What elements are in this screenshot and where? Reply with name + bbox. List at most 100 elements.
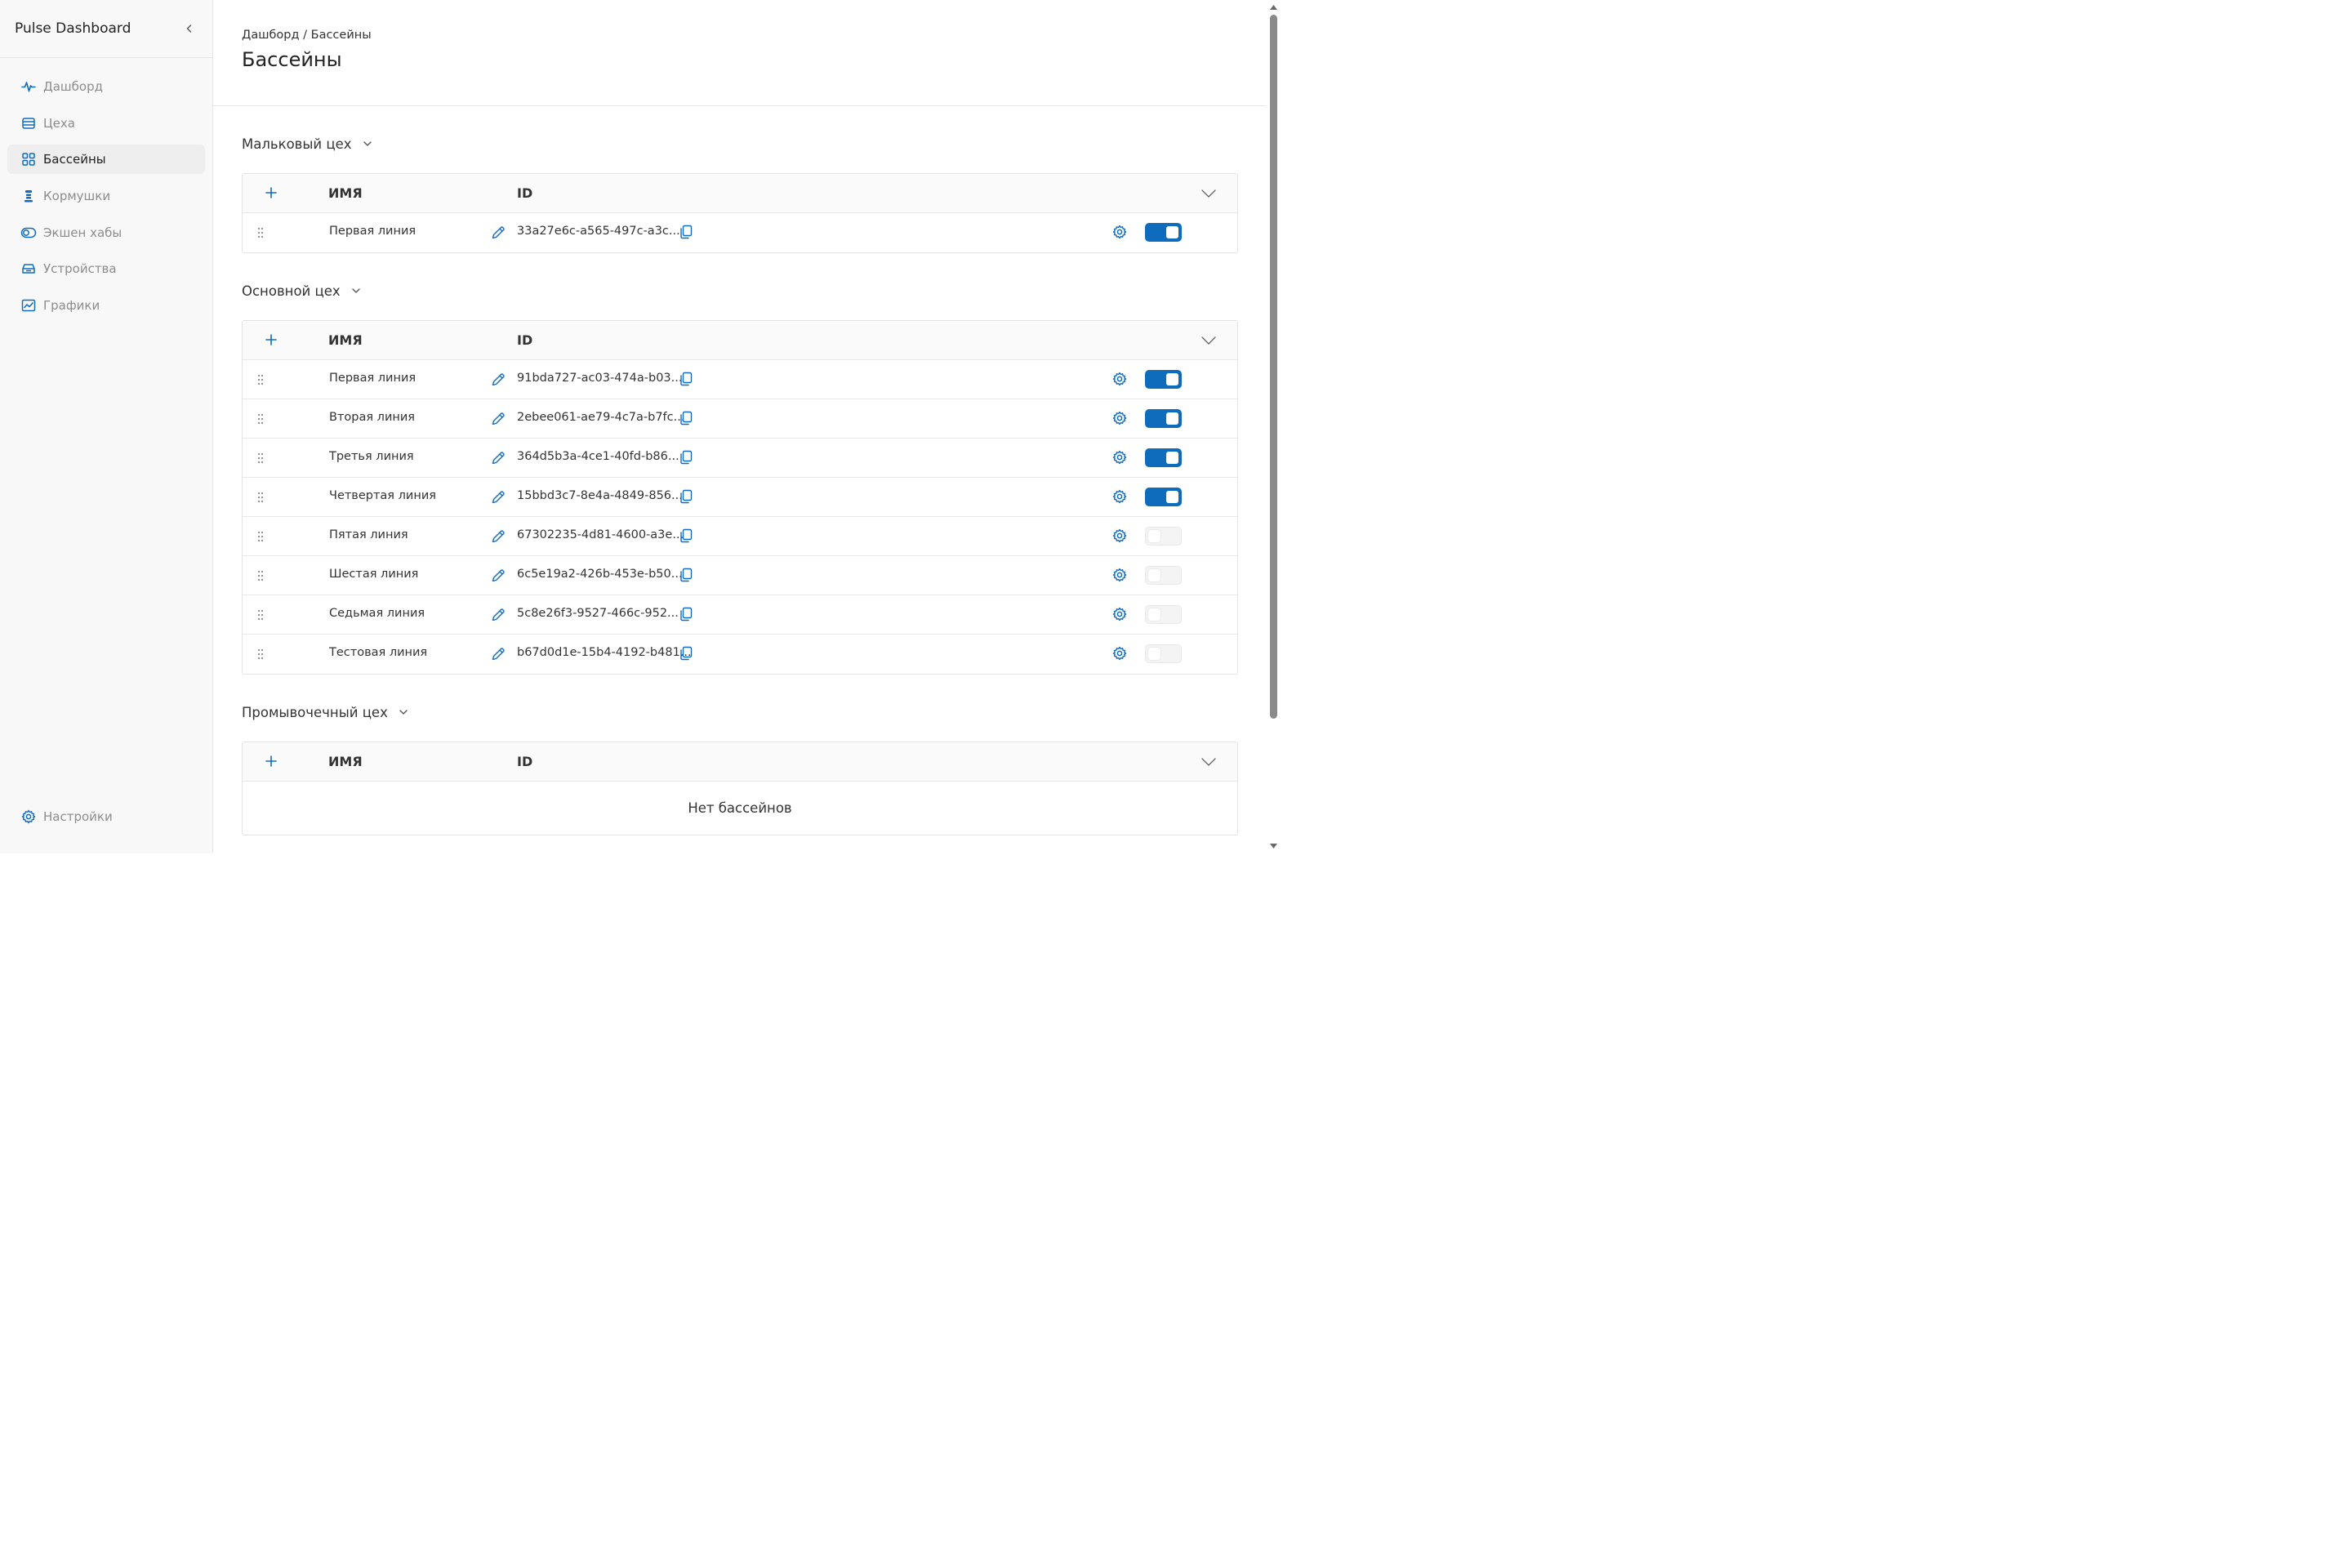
plus-icon <box>265 755 277 770</box>
drag-handle[interactable] <box>256 413 265 425</box>
pool-settings-button[interactable] <box>1112 646 1129 662</box>
drag-handle[interactable] <box>256 492 265 503</box>
sidebar: Pulse Dashboard Дашборд Цеха Бассейны Ко… <box>0 0 213 853</box>
copy-id-button[interactable] <box>679 528 694 545</box>
drag-handle[interactable] <box>256 531 265 542</box>
collapse-section-button[interactable] <box>396 705 411 719</box>
workshop-section: Промывочечный цех ИМЯ ID Нет бассейнов <box>242 693 1238 835</box>
copy-icon <box>679 607 693 625</box>
sidebar-item-devices[interactable]: Устройства <box>7 254 205 283</box>
add-pool-button[interactable] <box>263 754 279 770</box>
scroll-up-arrow-icon[interactable] <box>1269 3 1278 11</box>
copy-id-button[interactable] <box>679 489 694 506</box>
expand-table-button[interactable] <box>1200 332 1218 349</box>
drag-handle-icon <box>256 609 265 624</box>
copy-id-button[interactable] <box>679 225 694 241</box>
sidebar-item-action-hubs[interactable]: Экшен хабы <box>7 218 205 247</box>
column-header-id: ID <box>517 185 533 201</box>
drag-handle-icon <box>256 452 265 467</box>
copy-id-button[interactable] <box>679 372 694 388</box>
pool-settings-button[interactable] <box>1112 225 1129 241</box>
chevron-left-icon <box>186 24 192 33</box>
sidebar-item-label: Бассейны <box>43 152 106 167</box>
edit-name-button[interactable] <box>490 372 506 388</box>
drag-handle-icon <box>256 413 265 428</box>
pool-enabled-toggle[interactable] <box>1145 644 1182 663</box>
pool-enabled-toggle[interactable] <box>1145 566 1182 585</box>
pool-settings-button[interactable] <box>1112 607 1129 623</box>
pool-enabled-toggle[interactable] <box>1145 409 1182 428</box>
column-header-name: ИМЯ <box>328 754 363 769</box>
pool-settings-button[interactable] <box>1112 489 1129 506</box>
toggle-knob <box>1166 373 1178 385</box>
copy-icon <box>679 568 693 586</box>
sidebar-item-dashboard[interactable]: Дашборд <box>7 72 205 101</box>
drag-handle-icon <box>256 531 265 546</box>
column-header-name: ИМЯ <box>328 332 363 348</box>
copy-id-button[interactable] <box>679 450 694 466</box>
pool-name: Первая линия <box>329 372 416 385</box>
drag-handle-icon <box>256 227 265 242</box>
pool-id: 33a27e6c-a565-497c-a3c... <box>517 225 680 238</box>
pool-enabled-toggle[interactable] <box>1145 488 1182 506</box>
edit-name-button[interactable] <box>490 607 506 623</box>
sidebar-item-charts[interactable]: Графики <box>7 291 205 320</box>
drag-handle-icon <box>256 492 265 506</box>
sidebar-item-label: Кормушки <box>43 189 111 204</box>
chevron-down-icon <box>363 136 372 152</box>
edit-name-button[interactable] <box>490 411 506 427</box>
edit-name-button[interactable] <box>490 568 506 584</box>
sidebar-item-feeders[interactable]: Кормушки <box>7 181 205 211</box>
scrollbar-thumb[interactable] <box>1270 15 1277 719</box>
pool-id: 67302235-4d81-4600-a3e... <box>517 528 684 541</box>
drag-handle[interactable] <box>256 374 265 385</box>
copy-id-button[interactable] <box>679 607 694 623</box>
drag-handle[interactable] <box>256 648 265 660</box>
table-row: Четвертая линия 15bbd3c7-8e4a-4849-856... <box>243 478 1237 517</box>
drag-handle[interactable] <box>256 570 265 581</box>
gear-icon <box>1112 489 1127 507</box>
sidebar-item-pools[interactable]: Бассейны <box>7 145 205 175</box>
scroll-down-arrow-icon[interactable] <box>1269 842 1278 850</box>
chevron-down-icon <box>399 705 408 720</box>
pool-settings-button[interactable] <box>1112 450 1129 466</box>
drag-handle[interactable] <box>256 609 265 621</box>
pool-enabled-toggle[interactable] <box>1145 223 1182 242</box>
expand-table-button[interactable] <box>1200 754 1218 770</box>
copy-id-button[interactable] <box>679 568 694 584</box>
collapse-section-button[interactable] <box>349 283 363 298</box>
page-scrollbar[interactable] <box>1267 0 1281 853</box>
pool-id: 364d5b3a-4ce1-40fd-b86... <box>517 450 679 463</box>
pool-enabled-toggle[interactable] <box>1145 448 1182 467</box>
pencil-icon <box>490 452 506 470</box>
pencil-icon <box>490 412 506 430</box>
pool-id: 15bbd3c7-8e4a-4849-856... <box>517 489 683 502</box>
edit-name-button[interactable] <box>490 450 506 466</box>
expand-table-button[interactable] <box>1200 185 1218 202</box>
pool-settings-button[interactable] <box>1112 528 1129 545</box>
gear-icon <box>1112 450 1127 468</box>
pool-settings-button[interactable] <box>1112 568 1129 584</box>
toggle-knob <box>1148 530 1160 542</box>
pool-enabled-toggle[interactable] <box>1145 370 1182 389</box>
pool-settings-button[interactable] <box>1112 411 1129 427</box>
edit-name-button[interactable] <box>490 528 506 545</box>
add-pool-button[interactable] <box>263 332 279 349</box>
edit-name-button[interactable] <box>490 225 506 241</box>
collapse-section-button[interactable] <box>360 136 375 151</box>
edit-name-button[interactable] <box>490 646 506 662</box>
pool-settings-button[interactable] <box>1112 372 1129 388</box>
pool-enabled-toggle[interactable] <box>1145 605 1182 624</box>
collapse-sidebar-button[interactable] <box>181 20 198 37</box>
toggle-knob <box>1148 569 1160 581</box>
sidebar-item-settings[interactable]: Настройки <box>7 802 206 831</box>
sidebar-item-workshops[interactable]: Цеха <box>7 109 205 138</box>
edit-name-button[interactable] <box>490 489 506 506</box>
pool-enabled-toggle[interactable] <box>1145 527 1182 546</box>
copy-id-button[interactable] <box>679 411 694 427</box>
copy-id-button[interactable] <box>679 646 694 662</box>
drag-handle[interactable] <box>256 452 265 464</box>
drag-handle[interactable] <box>256 227 265 238</box>
pool-id: 2ebee061-ae79-4c7a-b7fc... <box>517 411 685 424</box>
add-pool-button[interactable] <box>263 185 279 202</box>
